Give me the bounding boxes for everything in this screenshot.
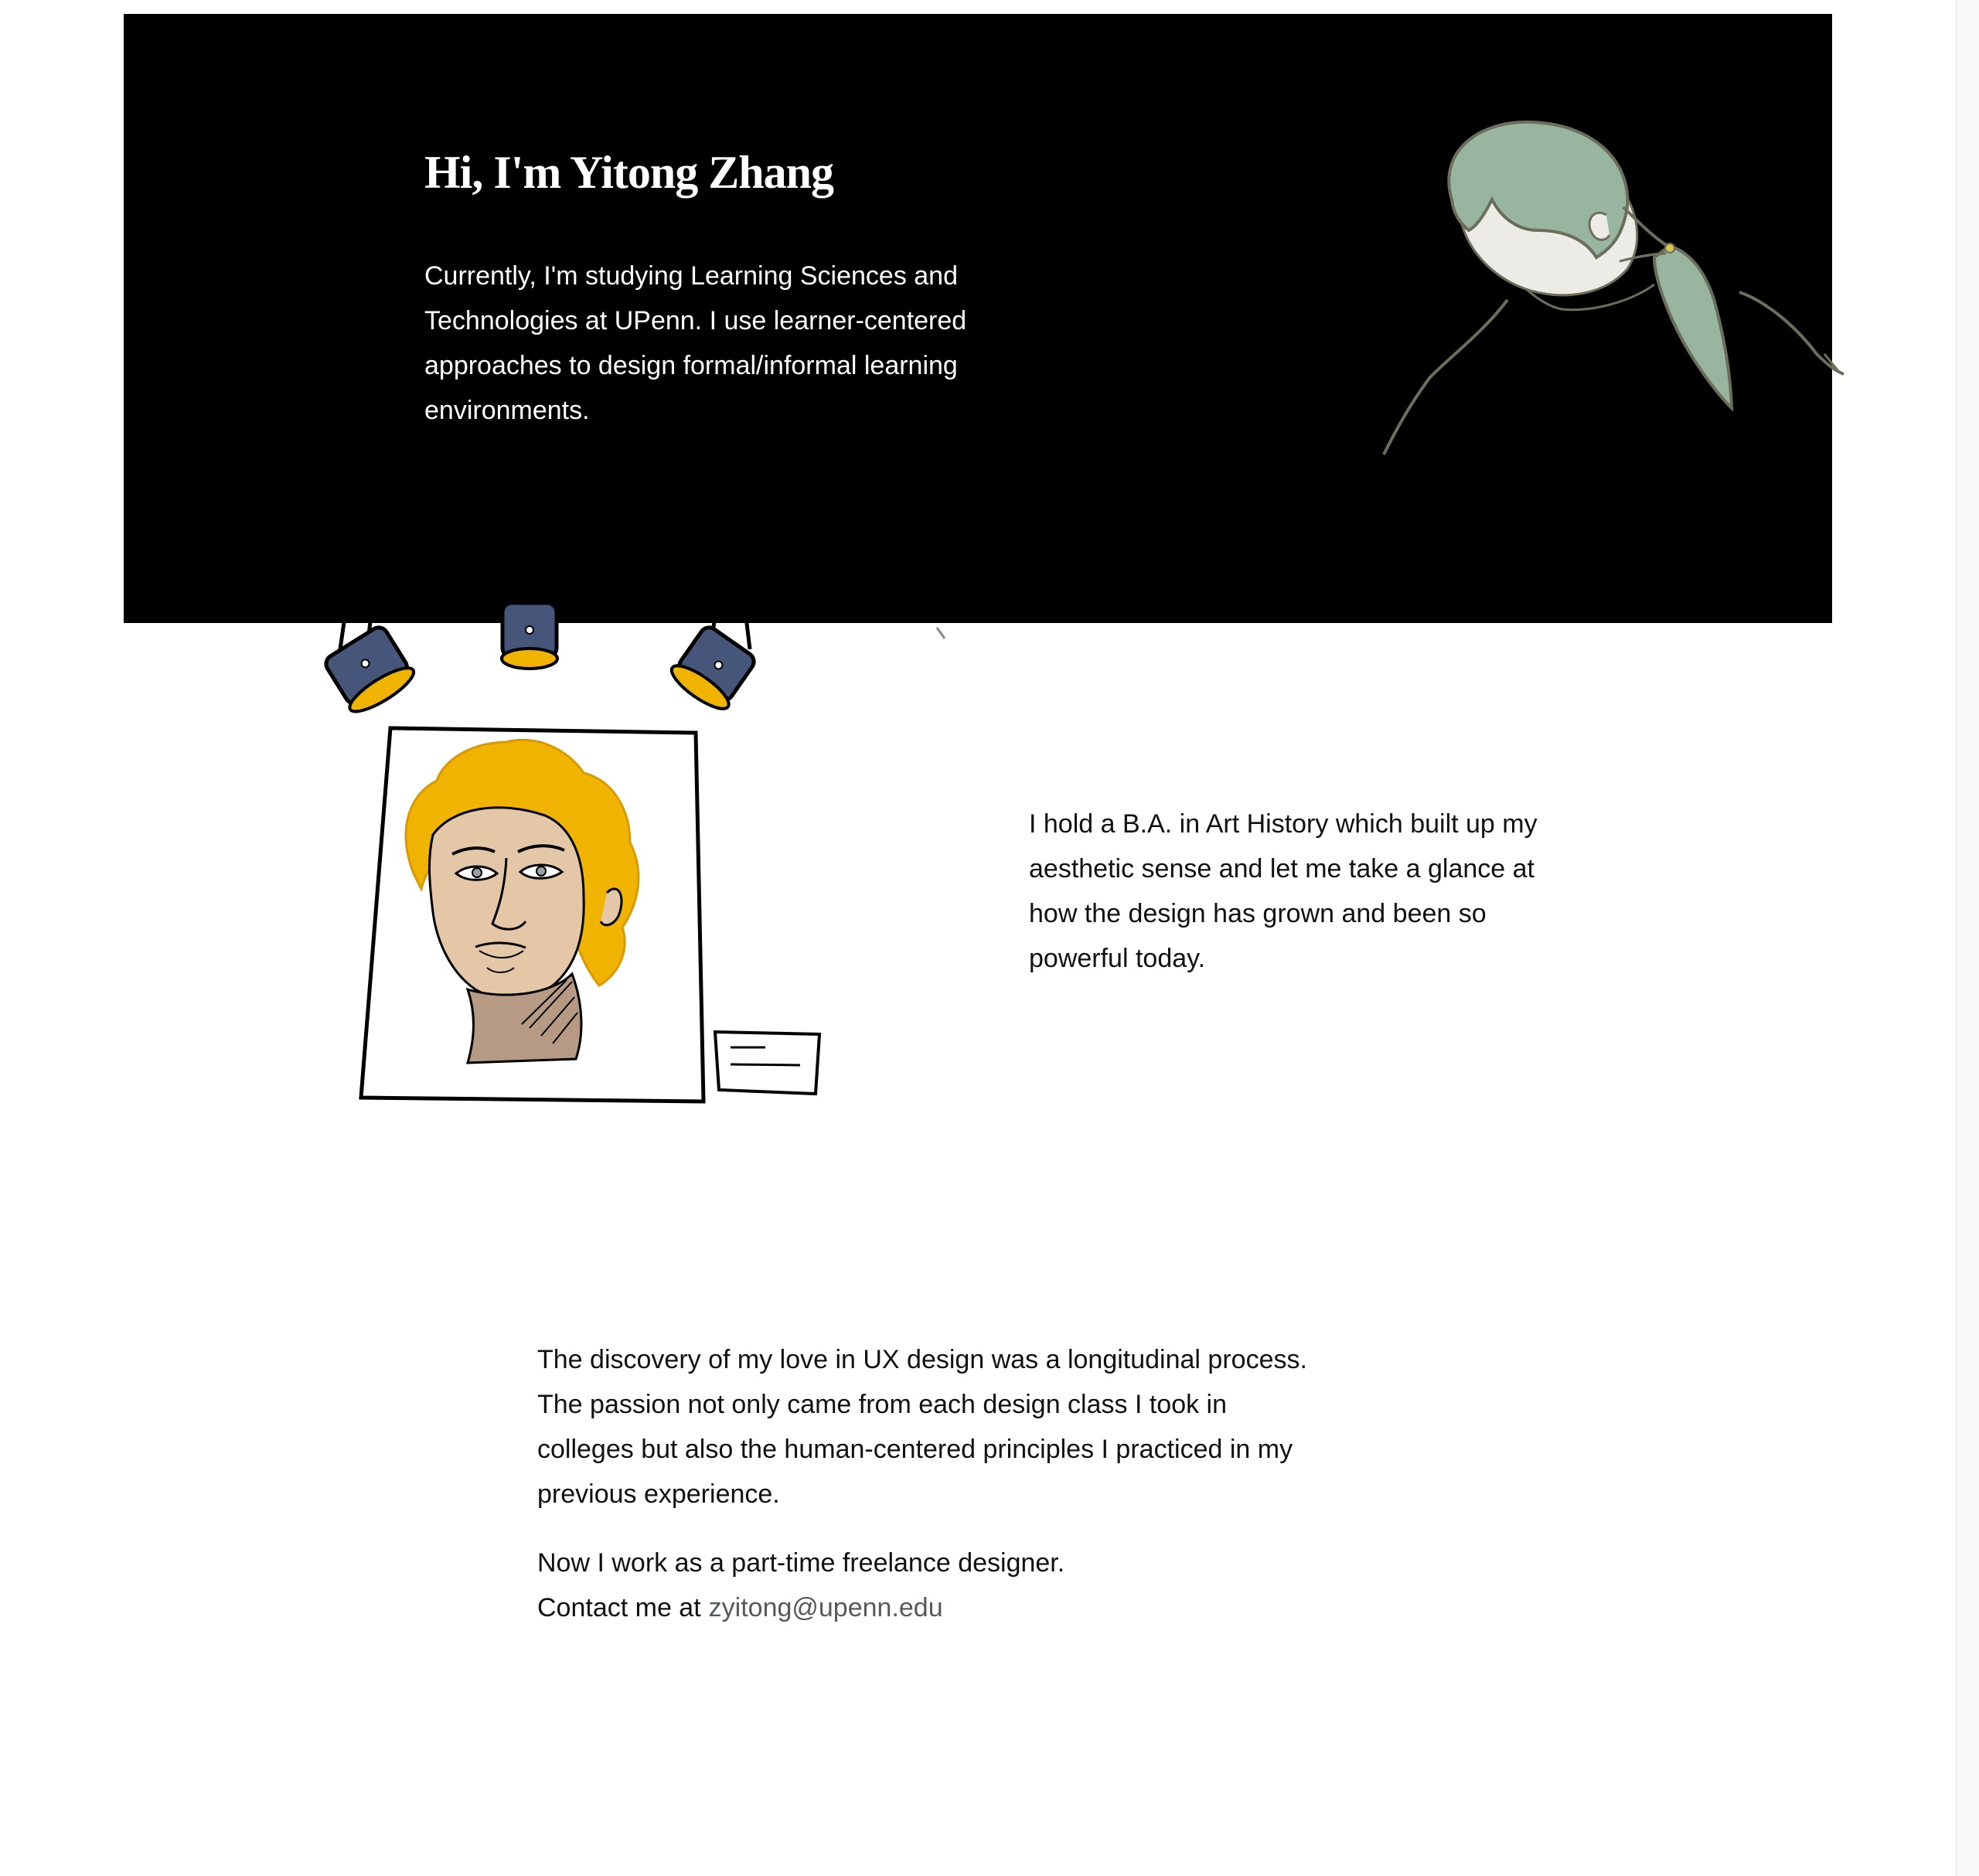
contact-prefix: Contact me at	[537, 1593, 701, 1622]
page-scrollbar-track[interactable]	[1956, 0, 1979, 1876]
hero-banner: Hi, I'm Yitong Zhang Currently, I'm stud…	[124, 14, 1844, 623]
hero-intro-text: Currently, I'm studying Learning Science…	[424, 261, 967, 425]
email-link[interactable]: zyitong@upenn.edu	[709, 1593, 943, 1622]
ux-story-paragraph: The discovery of my love in UX design wa…	[537, 1345, 1307, 1509]
david-painting-illustration	[359, 726, 822, 1104]
spotlights-illustration	[324, 601, 946, 713]
page-title: Hi, I'm Yitong Zhang	[424, 147, 834, 198]
freelance-line: Now I work as a part-time freelance desi…	[537, 1548, 1065, 1578]
contact-section: Now I work as a part-time freelance desi…	[537, 1541, 1310, 1630]
contact-line: Contact me at zyitong@upenn.edu	[537, 1585, 1310, 1630]
girl-portrait-illustration	[1382, 120, 1844, 455]
art-history-paragraph: I hold a B.A. in Art History which built…	[1029, 809, 1538, 973]
